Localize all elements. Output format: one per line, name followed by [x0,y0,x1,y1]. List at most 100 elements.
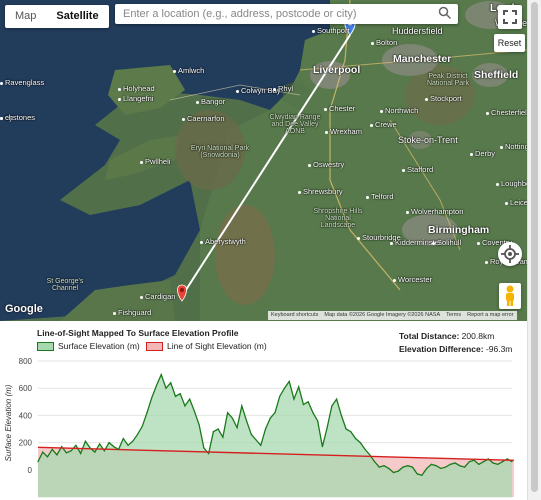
map-label-telford: Telford [366,192,394,201]
reset-button[interactable]: Reset [494,34,525,52]
surface-point [426,467,428,470]
surface-point [146,412,148,414]
total-distance-label: Total Distance: [399,331,460,341]
fullscreen-button[interactable] [498,5,522,29]
surface-point [117,448,120,450]
search-input[interactable] [121,4,435,24]
map-label-worcester: Worcester [393,275,432,284]
surface-point [217,428,219,430]
locate-button[interactable] [498,242,522,266]
surface-point [359,442,361,444]
surface-point [373,461,376,463]
map-label-solihull: Solihull [432,238,461,247]
surface-point [132,440,134,442]
surface-point [478,463,480,465]
surface-point [56,454,58,456]
keyboard-shortcuts-link[interactable]: Keyboard shortcuts [268,311,321,320]
surface-point [312,412,314,414]
map-label-chesterfield: Chesterfield [486,108,527,117]
map-label-llangefni: Llangefni [118,94,153,103]
surface-point [416,473,418,475]
surface-point [501,461,504,463]
surface-point [65,452,68,454]
satellite-imagery [0,0,527,321]
surface-point [464,466,466,468]
surface-point [241,405,243,407]
surface-point [473,459,475,461]
terms-link[interactable]: Terms [443,311,464,320]
surface-point [212,431,214,433]
surface-point [151,397,153,399]
surface-point [497,463,499,465]
surface-point [383,465,385,467]
surface-point [245,420,248,422]
surface-point [113,446,115,448]
surface-point [331,405,333,407]
surface-point [80,452,82,455]
map-label-sheffield: Sheffield [474,69,519,81]
surface-point [388,467,390,470]
surface-point [75,444,77,446]
map-label-amlwch: Amlwch [173,66,204,75]
surface-point [345,428,347,430]
google-logo: Google [5,303,43,315]
surface-point [51,448,53,450]
surface-point [397,470,399,472]
surface-point [46,456,49,458]
surface-point [165,387,167,389]
surface-point [279,395,281,397]
surface-point [61,446,63,448]
fullscreen-icon [503,10,517,24]
surface-point [127,444,129,446]
surface-point [430,463,433,465]
legend-los-label: Line of Sight Elevation (m) [167,341,267,351]
surface-point [227,412,229,414]
surface-point [378,466,380,468]
surface-point [482,461,485,463]
legend-los-swatch [146,341,163,351]
elevation-diff-value: -96.3m [485,344,513,354]
search-icon[interactable] [438,6,452,25]
surface-point [155,384,158,387]
surface-point [160,374,162,376]
legend-surface-swatch [37,341,54,351]
street-view-button[interactable] [499,283,521,309]
map-view[interactable]: LeedsWakefieldSouthportBoltonHuddersfiel… [0,0,527,321]
scrollbar-thumb[interactable] [531,2,538,492]
map-type-map-tab[interactable]: Map [5,5,46,28]
map-label-rhyl: Rhyl [273,84,293,93]
surface-point [250,433,252,436]
map-type-satellite-tab[interactable]: Satellite [46,5,108,28]
map-label-stockport: Stockport [425,94,462,103]
surface-point [198,424,200,426]
surface-point [264,428,267,430]
surface-point [231,417,233,419]
surface-point [70,450,72,452]
map-label-nottingham: Nottingham [500,142,527,151]
surface-point [402,466,404,468]
surface-point [317,420,319,422]
surface-point [84,440,86,442]
map-label-caernarfon: Caernarfon [182,114,225,123]
map-label-loughborough: Loughborough [496,179,527,188]
surface-point [269,417,271,419]
map-label-aberystwyth: Aberystwyth [200,237,246,246]
surface-point [511,461,513,463]
map-type-control: Map Satellite [5,5,109,28]
surface-point [203,447,205,449]
report-error-link[interactable]: Report a map error [464,311,516,320]
surface-point [255,439,257,441]
surface-point [42,451,44,453]
surface-point [364,448,366,450]
legend-surface[interactable]: Surface Elevation (m) [37,341,140,351]
surface-point [170,382,172,384]
map-label-ravenglass: Ravenglass [0,78,44,87]
legend-surface-label: Surface Elevation (m) [58,341,140,351]
page-scrollbar[interactable] [527,0,541,500]
legend-los[interactable]: Line of Sight Elevation (m) [146,341,267,351]
surface-point [89,447,91,449]
total-distance-value: 200.8km [461,331,495,341]
elevation-diff-label: Elevation Difference: [399,344,484,354]
surface-point [94,451,96,453]
map-label-chester: Chester [324,104,355,113]
